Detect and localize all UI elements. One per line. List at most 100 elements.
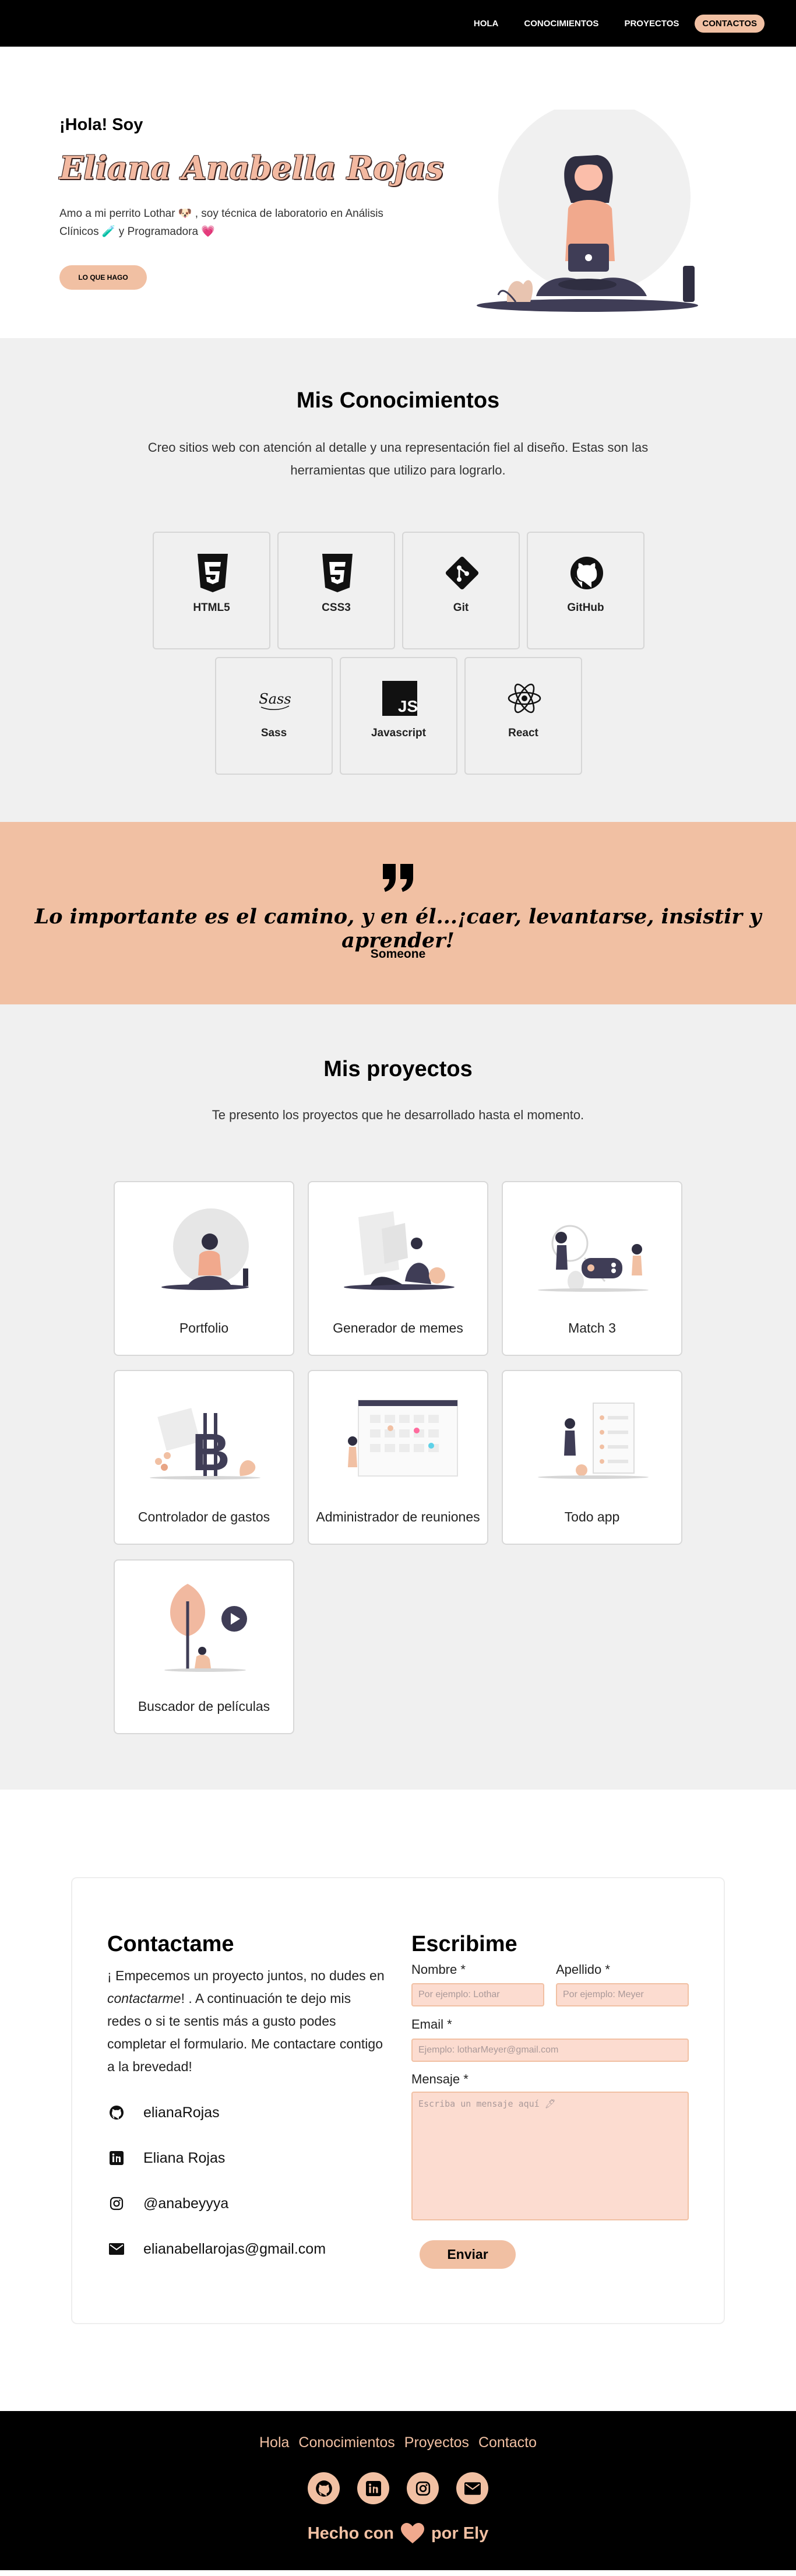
nav-link-conocimientos[interactable]: CONOCIMIENTOS [514,15,608,33]
quote-author: Someone [370,947,426,961]
linkedin-icon [107,2149,126,2167]
nombre-label: Nombre * [411,1962,466,1977]
react-icon [508,683,541,714]
skills-section: Mis Conocimientos Creo sitios web con at… [0,338,796,822]
made-text: Hecho con [307,2524,394,2543]
apellido-label: Apellido * [556,1962,610,1977]
footer-link-hola[interactable]: Hola [259,2434,289,2451]
sass-icon: Sass [259,691,291,710]
skill-label: Sass [260,727,287,739]
project-label: Controlador de gastos [138,1509,270,1524]
skill-label: Javascript [371,727,426,739]
footer-link-conocimientos[interactable]: Conocimientos [298,2434,395,2451]
project-label: Administrador de reuniones [316,1509,480,1524]
match3-illustration [538,1225,649,1292]
svg-text:Sass: Sass [259,691,291,707]
social-label: @anabeyyya [143,2195,229,2212]
skills-title: Mis Conocimientos [296,388,500,413]
skill-card-github: GitHub [527,532,644,649]
social-label: Eliana Rojas [143,2149,226,2166]
email-input[interactable] [411,2039,689,2062]
skill-card-javascript: JS Javascript [340,657,457,775]
project-label: Portfolio [179,1320,229,1336]
enviar-button[interactable]: Enviar [420,2240,516,2269]
social-linkedin[interactable]: Eliana Rojas [107,2149,225,2167]
contact-card: Contactame ¡ Empecemos un proyecto junto… [71,1877,725,2324]
project-label: Generador de memes [333,1320,463,1336]
contact-section: Contactame ¡ Empecemos un proyecto junto… [0,1790,796,2411]
heart-icon [400,2523,424,2543]
footer-github-icon[interactable] [308,2472,340,2504]
social-instagram[interactable]: @anabeyyya [107,2194,228,2213]
contact-text-part: ¡ Empecemos un proyecto juntos, no dudes… [107,1968,385,1983]
skill-label: HTML5 [193,602,230,614]
instagram-icon [107,2194,126,2213]
project-card-controlador-de-gastos[interactable]: B Controlador de gastos [114,1370,294,1545]
skill-card-html5: HTML5 [153,532,270,649]
mensaje-textarea[interactable] [411,2092,689,2220]
apellido-input[interactable] [556,1983,689,2006]
quote-mark-icon [383,864,413,892]
todo-illustration [538,1403,649,1479]
footer-envelope-icon[interactable] [456,2472,488,2504]
skill-label: CSS3 [322,602,351,614]
github-icon [570,557,603,589]
social-email[interactable]: elianabellarojas@gmail.com [107,2240,326,2258]
project-label: Todo app [564,1509,620,1524]
skill-label: React [508,727,538,739]
mensaje-label: Mensaje * [411,2072,469,2086]
footer-instagram-icon[interactable] [407,2472,439,2504]
top-navbar: HOLA CONOCIMIENTOS PROYECTOS CONTACTOS [0,0,796,47]
git-icon [445,556,479,590]
project-card-generador-de-memes[interactable]: Generador de memes [308,1181,488,1356]
hero-greeting: ¡Hola! Soy [59,115,143,134]
nav-link-proyectos[interactable]: PROYECTOS [614,15,689,33]
skill-card-sass: Sass Sass [215,657,333,775]
social-label: elianaRojas [143,2104,220,2121]
contact-text-emphasis: contactarme [107,1991,181,2006]
hero-description: Amo a mi perrito Lothar 🐶 , soy técnica … [59,208,383,238]
hero-section: ¡Hola! Soy Eliana Anabella Rojas Amo a m… [0,47,796,338]
nombre-input[interactable] [411,1983,544,2006]
envelope-icon [107,2240,126,2258]
footer-social-icons [0,2472,796,2504]
skill-card-react: React [464,657,582,775]
form-title: Escribime [411,1932,517,1956]
email-label: Email * [411,2017,452,2032]
skill-card-css3: CSS3 [277,532,395,649]
skill-label: Git [453,602,469,614]
project-card-buscador-de-peliculas[interactable]: Buscador de películas [114,1559,294,1734]
footer-links: Hola Conocimientos Proyectos Contacto [0,2434,796,2451]
footer-link-contacto[interactable]: Contacto [478,2434,537,2451]
project-card-administrador-de-reuniones[interactable]: Administrador de reuniones [308,1370,488,1545]
skill-label: GitHub [567,602,604,614]
social-github[interactable]: elianaRojas [107,2103,220,2122]
contact-text: ¡ Empecemos un proyecto juntos, no dudes… [107,1964,387,2078]
quote-text: Lo importante es el camino, y en él...¡c… [34,905,762,953]
footer-link-proyectos[interactable]: Proyectos [404,2434,469,2451]
javascript-icon: JS [382,681,417,716]
expenses-illustration: B [150,1408,260,1482]
projects-subtitle: Te presento los proyectos que he desarro… [212,1108,584,1122]
project-card-match-3[interactable]: Match 3 [502,1181,682,1356]
footer: Hola Conocimientos Proyectos Contacto He… [0,2411,796,2570]
nav-link-hola[interactable]: HOLA [464,15,509,33]
nav-link-contactos[interactable]: CONTACTOS [695,14,765,33]
woman-laptop-illustration [477,110,698,312]
project-label: Buscador de películas [138,1699,270,1714]
made-by-text: por Ely [431,2524,489,2543]
css3-icon [322,554,353,592]
html5-icon [198,554,228,592]
svg-text:JS: JS [398,697,417,715]
quote-section: Lo importante es el camino, y en él...¡c… [0,822,796,1004]
skills-subtitle: Creo sitios web con atención al detalle … [147,440,649,477]
movies-illustration [164,1584,247,1672]
project-label: Match 3 [568,1320,616,1336]
footer-linkedin-icon[interactable] [357,2472,389,2504]
projects-title: Mis proyectos [323,1057,473,1081]
social-label: elianabellarojas@gmail.com [143,2240,326,2257]
lo-que-hago-button[interactable]: LO QUE HAGO [59,265,147,290]
projects-section: Mis proyectos Te presento los proyectos … [0,1004,796,1790]
project-card-portfolio[interactable]: Portfolio [114,1181,294,1356]
project-card-todo-app[interactable]: Todo app [502,1370,682,1545]
